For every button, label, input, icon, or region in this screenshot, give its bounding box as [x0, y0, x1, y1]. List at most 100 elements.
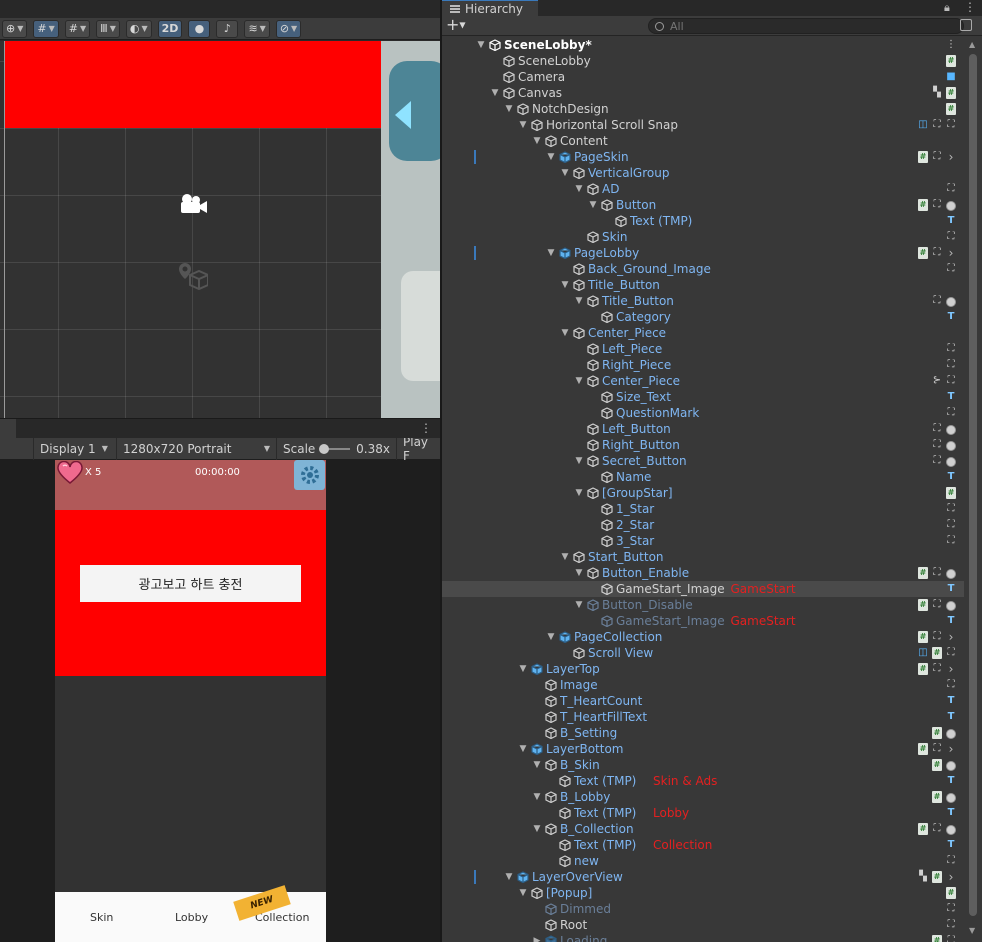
fold-arrow-down-icon[interactable]: ▼	[532, 757, 542, 773]
fold-arrow-down-icon[interactable]: ▼	[574, 485, 584, 501]
hierarchy-row[interactable]: Left_Button ⛶	[442, 421, 964, 437]
fold-arrow-down-icon[interactable]: ▼	[574, 293, 584, 309]
hierarchy-scrollbar[interactable]: ▲ ▼	[968, 40, 978, 940]
fold-arrow-down-icon[interactable]: ▼	[476, 37, 486, 53]
scale-slider[interactable]	[319, 443, 351, 454]
hierarchy-row[interactable]: ▼ Title_Button	[442, 277, 964, 293]
lighting-toggle-button[interactable]: ●	[188, 19, 211, 38]
hierarchy-row[interactable]: Text (TMP) Lobby T	[442, 805, 964, 821]
hierarchy-row[interactable]: ▼ Title_Button ⛶	[442, 293, 964, 309]
fold-arrow-down-icon[interactable]: ▼	[518, 885, 528, 901]
hierarchy-row[interactable]: GameStart_Image GameStart T	[442, 613, 964, 629]
hierarchy-row[interactable]: Text (TMP) Collection T	[442, 837, 964, 853]
fold-arrow-down-icon[interactable]: ▼	[546, 629, 556, 645]
fold-arrow-down-icon[interactable]: ▼	[518, 661, 528, 677]
hierarchy-tab[interactable]: Hierarchy	[442, 0, 538, 16]
hierarchy-row[interactable]: Root ⛶	[442, 917, 964, 933]
hierarchy-row[interactable]: ▼ Secret_Button ⛶	[442, 453, 964, 469]
fold-arrow-down-icon[interactable]: ▼	[574, 181, 584, 197]
hierarchy-row[interactable]: 3_Star ⛶	[442, 533, 964, 549]
scene-pin-icon[interactable]	[960, 19, 972, 31]
hierarchy-row[interactable]: B_Setting #	[442, 725, 964, 741]
draw-mode-button[interactable]: ◐ ▼	[125, 19, 152, 38]
fold-arrow-down-icon[interactable]: ▼	[574, 453, 584, 469]
hierarchy-row[interactable]: Name T	[442, 469, 964, 485]
chevron-right-icon[interactable]: ›	[946, 871, 956, 883]
hierarchy-row[interactable]: new ⛶	[442, 853, 964, 869]
fold-arrow-down-icon[interactable]: ▼	[574, 597, 584, 613]
hierarchy-row[interactable]: ▼ Center_Piece	[442, 325, 964, 341]
hierarchy-row[interactable]: ▼ [Popup] #	[442, 885, 964, 901]
increment-snap-button[interactable]: Ⅲ ▼	[96, 19, 120, 38]
hierarchy-row[interactable]: ▼ SceneLobby* ⋮	[442, 37, 964, 53]
chevron-right-icon[interactable]: ›	[946, 247, 956, 259]
fold-arrow-down-icon[interactable]: ▼	[504, 869, 514, 885]
fold-arrow-down-icon[interactable]: ▼	[546, 245, 556, 261]
audio-toggle-button[interactable]: ♪	[216, 19, 239, 38]
hierarchy-row[interactable]: T_HeartCount T	[442, 693, 964, 709]
scale-control[interactable]: Scale 0.38x	[277, 437, 397, 460]
hierarchy-row[interactable]: Image ⛶	[442, 677, 964, 693]
hierarchy-row[interactable]: ▼ LayerTop › ⛶ #	[442, 661, 964, 677]
hierarchy-row[interactable]: Scroll View ⛶ # ◫	[442, 645, 964, 661]
hierarchy-row[interactable]: Size_Text T	[442, 389, 964, 405]
watch-ad-button[interactable]: 광고보고 하트 충전	[80, 565, 301, 602]
fold-arrow-down-icon[interactable]: ▼	[560, 549, 570, 565]
lock-icon[interactable]: 🔒︎	[944, 1, 950, 15]
hierarchy-row[interactable]: Text (TMP) Skin & Ads T	[442, 773, 964, 789]
scroll-down-icon[interactable]: ▼	[969, 926, 975, 935]
lobby-button[interactable]: Lobby	[175, 911, 208, 924]
chevron-right-icon[interactable]: ›	[946, 663, 956, 675]
fold-arrow-down-icon[interactable]: ▼	[518, 117, 528, 133]
hierarchy-row[interactable]: ▼ [GroupStar] #	[442, 485, 964, 501]
search-input[interactable]	[670, 19, 930, 33]
hierarchy-row[interactable]: ▼ LayerBottom › ⛶ #	[442, 741, 964, 757]
hierarchy-row[interactable]: GameStart_Image GameStart T	[442, 581, 964, 597]
skin-button[interactable]: Skin	[90, 911, 113, 924]
fold-arrow-down-icon[interactable]: ▼	[560, 325, 570, 341]
scene-visibility-button[interactable]: ⊘ ▼	[275, 19, 302, 38]
global-toggle-button[interactable]: ⊕ ▼	[2, 19, 28, 38]
fold-arrow-down-icon[interactable]: ▼	[532, 821, 542, 837]
hierarchy-row[interactable]: ▼ PageSkin › ⛶ #	[442, 149, 964, 165]
snap-grid-button[interactable]: # ▼	[33, 19, 59, 38]
hierarchy-row[interactable]: Camera ■	[442, 69, 964, 85]
fold-arrow-down-icon[interactable]: ▼	[560, 277, 570, 293]
scene-viewport[interactable]	[0, 41, 440, 418]
hierarchy-row[interactable]: ▼ B_Skin #	[442, 757, 964, 773]
hierarchy-row[interactable]: Right_Piece ⛶	[442, 357, 964, 373]
hierarchy-row[interactable]: ▼ NotchDesign #	[442, 101, 964, 117]
hierarchy-row[interactable]: Category T	[442, 309, 964, 325]
play-focused-select[interactable]: Play F	[397, 438, 440, 460]
fold-arrow-down-icon[interactable]: ▼	[504, 101, 514, 117]
hierarchy-row[interactable]: ▼ PageLobby › ⛶ #	[442, 245, 964, 261]
hierarchy-row[interactable]: Skin ⛶	[442, 229, 964, 245]
kebab-menu-icon[interactable]: ⋮	[964, 0, 976, 14]
display-select[interactable]: Display 1 ▼	[34, 437, 117, 460]
game-tab[interactable]	[0, 419, 16, 439]
hierarchy-row[interactable]: ▼ AD ⛶	[442, 181, 964, 197]
fold-arrow-right-icon[interactable]: ▶	[532, 933, 542, 942]
hierarchy-row[interactable]: ▼ Center_Piece ⛶ ⊱	[442, 373, 964, 389]
resolution-select[interactable]: 1280x720 Portrait ▼	[117, 437, 277, 460]
hierarchy-row[interactable]: ▼ Button_Enable ⛶ #	[442, 565, 964, 581]
fold-arrow-down-icon[interactable]: ▼	[518, 741, 528, 757]
hierarchy-row[interactable]: Right_Button ⛶	[442, 437, 964, 453]
hierarchy-row[interactable]: Text (TMP) T	[442, 213, 964, 229]
hierarchy-row[interactable]: ▶ Loading ⛶ #	[442, 933, 964, 942]
chevron-right-icon[interactable]: ›	[946, 151, 956, 163]
hierarchy-row[interactable]: ▼ Canvas # ▚	[442, 85, 964, 101]
hierarchy-row[interactable]: ▼ VerticalGroup	[442, 165, 964, 181]
chevron-right-icon[interactable]: ›	[946, 743, 956, 755]
hierarchy-row[interactable]: SceneLobby #	[442, 53, 964, 69]
hierarchy-row[interactable]: ▼ Start_Button	[442, 549, 964, 565]
hierarchy-row[interactable]: Left_Piece ⛶	[442, 341, 964, 357]
camera-gizmo-icon[interactable]	[178, 193, 208, 215]
hierarchy-row[interactable]: ▼ LayerOverView › # ▚	[442, 869, 964, 885]
fold-arrow-down-icon[interactable]: ▼	[574, 565, 584, 581]
hierarchy-row[interactable]: ▼ B_Lobby #	[442, 789, 964, 805]
hierarchy-row[interactable]: 2_Star ⛶	[442, 517, 964, 533]
scroll-up-icon[interactable]: ▲	[969, 40, 975, 49]
hierarchy-row[interactable]: ▼ Button ⛶ #	[442, 197, 964, 213]
gameobject-gizmo-icon[interactable]	[176, 261, 208, 293]
